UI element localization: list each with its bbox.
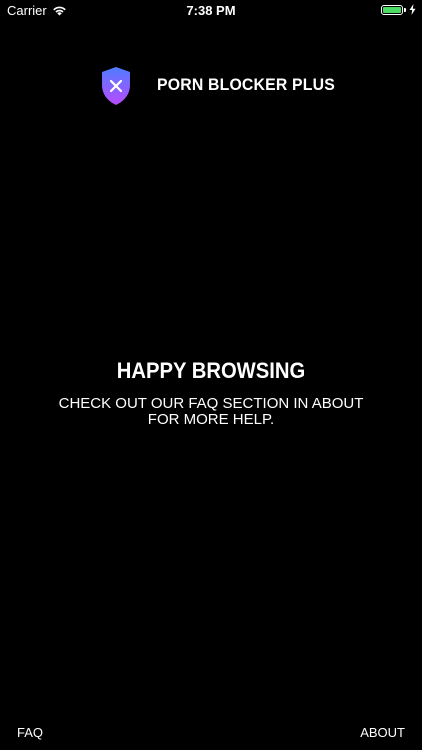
app-header: PORN BLOCKER PLUS: [0, 62, 422, 110]
battery-indicator: [381, 4, 416, 15]
headline: HAPPY BROWSING: [116, 358, 306, 383]
about-button[interactable]: ABOUT: [360, 725, 405, 740]
main-message-block: HAPPY BROWSING CHECK OUT OUR FAQ SECTION…: [0, 356, 422, 428]
clock: 7:38 PM: [186, 3, 236, 18]
shield-x-icon: [102, 67, 130, 105]
help-message: CHECK OUT OUR FAQ SECTION IN ABOUT FOR M…: [58, 395, 364, 428]
battery-icon: [381, 4, 403, 15]
status-bar: Carrier 7:38 PM: [0, 0, 422, 22]
charging-bolt-icon: [409, 4, 416, 15]
app-title: PORN BLOCKER PLUS: [157, 75, 335, 94]
battery-level: [383, 6, 401, 13]
battery-cap: [404, 7, 406, 12]
faq-button[interactable]: FAQ: [17, 725, 43, 740]
